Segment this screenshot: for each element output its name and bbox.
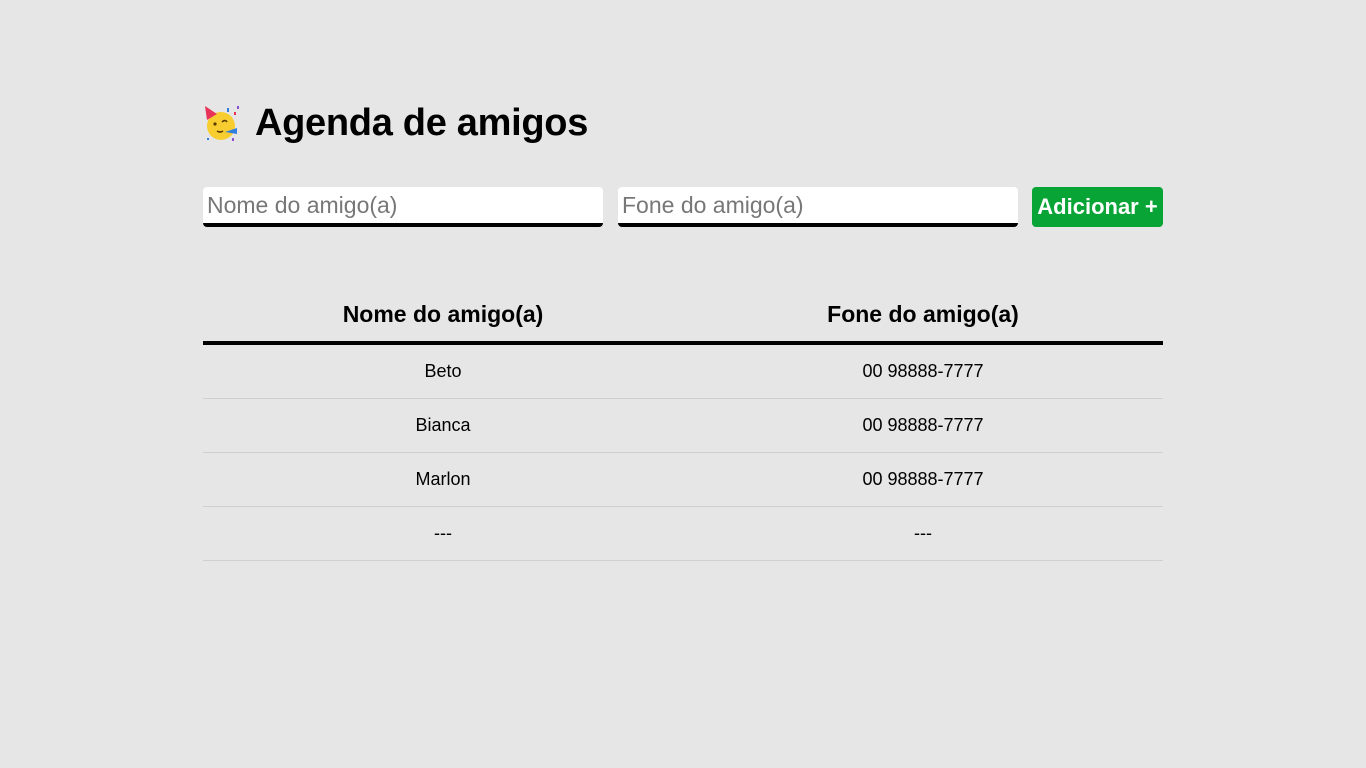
friend-name-cell: Beto <box>203 343 683 399</box>
add-friend-button[interactable]: Adicionar + <box>1032 187 1163 227</box>
table-row: --- --- <box>203 506 1163 561</box>
friend-phone-cell: --- <box>683 506 1163 561</box>
table-header-row: Nome do amigo(a) Fone do amigo(a) <box>203 287 1163 345</box>
page-title: Agenda de amigos <box>255 101 589 144</box>
friend-name-cell: --- <box>203 506 683 561</box>
party-face-icon <box>203 104 241 142</box>
table-row: Marlon 00 98888-7777 <box>203 452 1163 507</box>
friend-name-cell: Marlon <box>203 452 683 507</box>
column-header-name: Nome do amigo(a) <box>203 287 683 345</box>
column-header-phone: Fone do amigo(a) <box>683 287 1163 345</box>
header: Agenda de amigos <box>203 100 588 146</box>
friend-name-cell: Bianca <box>203 398 683 453</box>
friend-phone-cell: 00 98888-7777 <box>683 343 1163 399</box>
friend-phone-input[interactable] <box>618 187 1018 227</box>
table-row: Bianca 00 98888-7777 <box>203 398 1163 453</box>
table-row: Beto 00 98888-7777 <box>203 343 1163 399</box>
add-friend-form: Adicionar + <box>203 187 1163 227</box>
friends-table: Nome do amigo(a) Fone do amigo(a) Beto 0… <box>203 287 1163 561</box>
friend-name-input[interactable] <box>203 187 603 227</box>
friend-phone-cell: 00 98888-7777 <box>683 452 1163 507</box>
friend-phone-cell: 00 98888-7777 <box>683 398 1163 453</box>
